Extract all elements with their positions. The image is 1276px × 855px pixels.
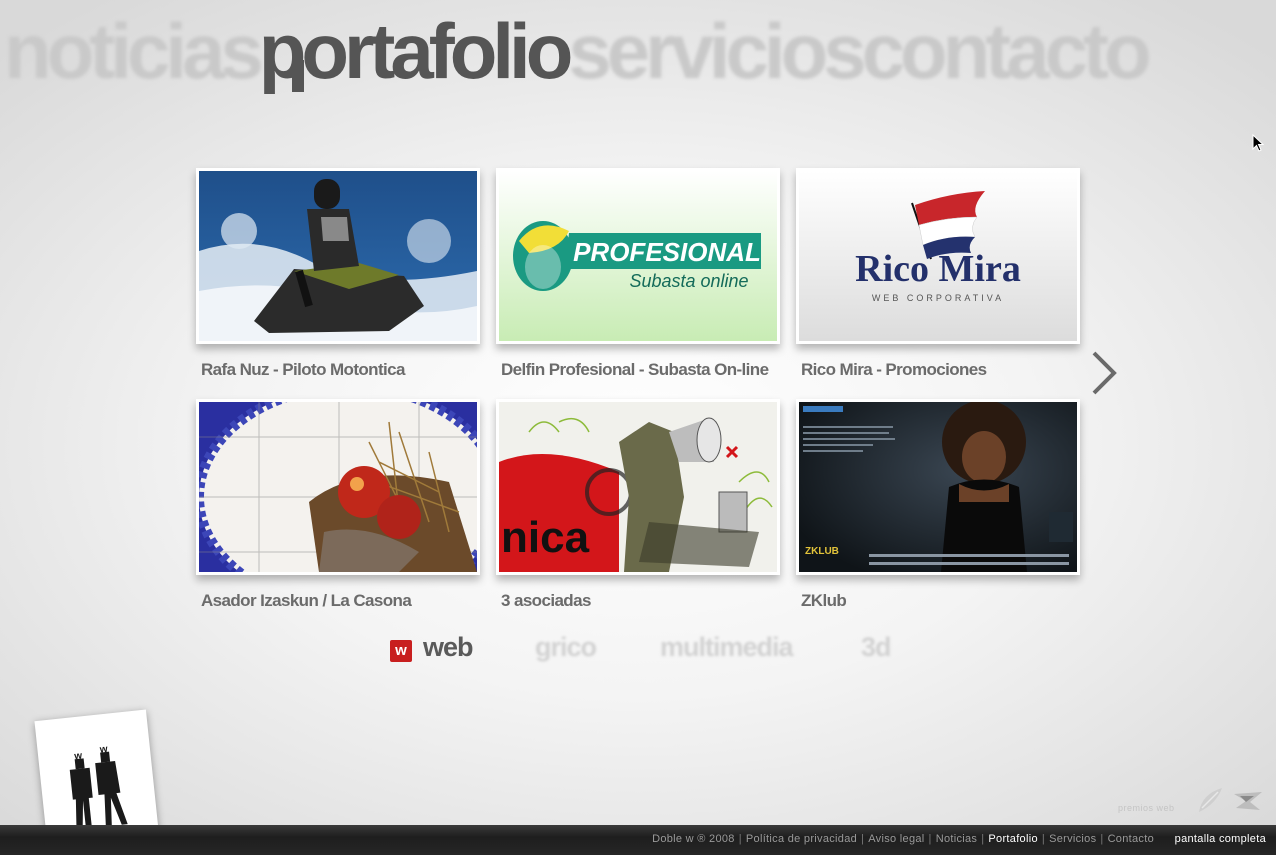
nav-portafolio[interactable]: portafolio (259, 6, 574, 96)
portfolio-caption[interactable]: 3 asociadas (501, 591, 591, 611)
footer-separator: | (981, 833, 985, 845)
tab-multimedia[interactable]: multimedia (660, 632, 794, 663)
food-photo-icon (199, 402, 477, 572)
award-star-icon[interactable] (1232, 790, 1264, 812)
portfolio-thumbnail-collage[interactable]: nica (496, 399, 780, 575)
ricomira-logo-icon: Rico Mira WEB CORPORATIVA (799, 171, 1077, 341)
award-leaf-icon[interactable] (1196, 786, 1226, 814)
footer-link-noticias[interactable]: Noticias (936, 833, 978, 845)
main-nav: noticiasportafolioservicioscontacto (4, 6, 1276, 96)
portfolio-item[interactable]: PROFESIONAL Subasta online Delfin Profes… (496, 168, 780, 383)
portfolio-item[interactable]: Asador Izaskun / La Casona (196, 399, 480, 614)
collage-artwork-icon: nica (499, 402, 777, 572)
portfolio-item[interactable]: ZKLUB ZKlub (796, 399, 1080, 614)
ricomira-logo-subtitle: WEB CORPORATIVA (872, 293, 1004, 303)
portfolio-caption[interactable]: Rafa Nuz - Piloto Motontica (201, 360, 405, 380)
portfolio-caption[interactable]: Delfin Profesional - Subasta On-line (501, 360, 769, 380)
footer-links: Doble w ® 2008 | Política de privacidad | Av… (652, 833, 1154, 845)
footer-link-contacto[interactable]: Contacto (1108, 833, 1154, 845)
portfolio-thumbnail-ricomira[interactable]: Rico Mira WEB CORPORATIVA (796, 168, 1080, 344)
portfolio-thumbnail-food[interactable] (196, 399, 480, 575)
nav-contacto[interactable]: contacto (862, 6, 1152, 96)
footer-link-privacidad[interactable]: Política de privacidad (746, 833, 857, 845)
collage-text: nica (501, 513, 590, 562)
mouse-cursor-icon (1252, 134, 1264, 152)
web-badge-icon[interactable]: w (390, 640, 412, 662)
portfolio-caption[interactable]: Rico Mira - Promociones (801, 360, 987, 380)
footer-copyright: Doble w ® 2008 (652, 833, 735, 845)
tab-grico[interactable]: grico (535, 632, 597, 663)
nav-active-marker (292, 60, 304, 92)
footer-separator: | (1100, 833, 1104, 845)
portfolio-thumbnail-delfin[interactable]: PROFESIONAL Subasta online (496, 168, 780, 344)
jetski-photo-icon (199, 171, 477, 341)
portfolio-thumbnail-jetski[interactable] (196, 168, 480, 344)
awards-label: premios web (1118, 803, 1175, 813)
ricomira-logo-title: Rico Mira (855, 248, 1021, 290)
tab-web[interactable]: web (423, 632, 474, 663)
portfolio-caption[interactable]: ZKlub (801, 591, 847, 611)
footer-separator: | (928, 833, 932, 845)
fullscreen-link[interactable]: pantalla completa (1175, 833, 1266, 845)
nav-noticias[interactable]: noticias (4, 6, 264, 96)
portfolio-item[interactable]: Rico Mira WEB CORPORATIVA Rico Mira - Pr… (796, 168, 1080, 383)
portfolio-item[interactable]: nica 3 asociadas (496, 399, 780, 614)
delfin-logo-title: PROFESIONAL (573, 237, 761, 267)
footer-link-aviso-legal[interactable]: Aviso legal (868, 833, 924, 845)
footer-separator: | (738, 833, 742, 845)
zklub-screenshot-icon: ZKLUB (799, 402, 1077, 572)
footer-separator: | (1041, 833, 1046, 845)
footer-link-servicios[interactable]: Servicios (1049, 833, 1096, 845)
portfolio-thumbnail-zklub[interactable]: ZKLUB (796, 399, 1080, 575)
footer-link-portafolio[interactable]: Portafolio (988, 833, 1037, 845)
delfin-logo-icon: PROFESIONAL Subasta online (499, 171, 777, 341)
nav-servicios[interactable]: servicios (568, 6, 866, 96)
portfolio-caption[interactable]: Asador Izaskun / La Casona (201, 591, 412, 611)
footer-bar: Doble w ® 2008 | Política de privacidad | Av… (0, 825, 1276, 855)
category-tabs: w web grico multimedia 3d (390, 632, 950, 672)
chevron-right-icon[interactable] (1090, 350, 1120, 396)
tab-3d[interactable]: 3d (861, 632, 891, 663)
zklub-text: ZKLUB (805, 546, 839, 557)
portfolio-item[interactable]: Rafa Nuz - Piloto Motontica (196, 168, 480, 383)
portfolio-grid: Rafa Nuz - Piloto Motontica PROFESIONAL … (196, 168, 1080, 618)
footer-separator: | (861, 833, 865, 845)
delfin-logo-subtitle: Subasta online (629, 271, 748, 291)
awards-area: premios web (1118, 786, 1268, 816)
